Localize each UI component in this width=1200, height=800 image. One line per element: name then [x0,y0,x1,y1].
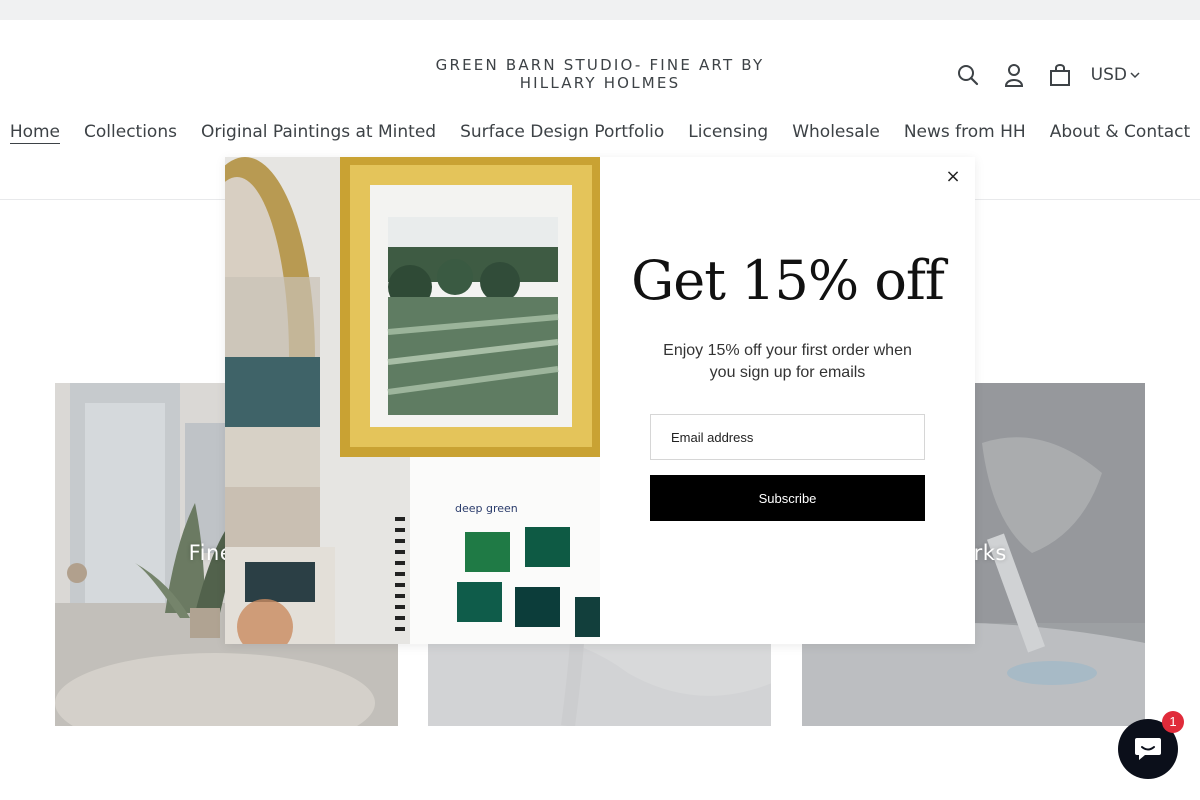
site-logo[interactable]: GREEN BARN STUDIO- FINE ART BY HILLARY H… [400,56,800,92]
nav-item-about-contact[interactable]: About & Contact [1050,122,1190,144]
search-icon[interactable] [945,60,991,90]
nav-item-licensing[interactable]: Licensing [688,122,768,144]
popup-image: deep green [225,157,600,644]
email-signup-popup: deep green × Get 15% off Enjoy 15% off y… [225,157,975,644]
chevron-down-icon [1130,72,1140,79]
notification-badge: 1 [1162,711,1184,733]
close-icon[interactable]: × [943,167,963,187]
cart-icon[interactable] [1037,60,1083,90]
currency-selector[interactable]: USD [1091,65,1140,85]
user-icon[interactable] [991,60,1037,90]
popup-subtext: Enjoy 15% off your first order when you … [663,342,912,381]
nav-item-collections[interactable]: Collections [84,122,177,144]
main-nav: Home Collections Original Paintings at M… [0,122,1200,144]
announcement-bar [0,0,1200,20]
nav-item-home[interactable]: Home [9,122,61,144]
nav-item-surface-design[interactable]: Surface Design Portfolio [460,122,664,144]
nav-item-original-paintings[interactable]: Original Paintings at Minted [201,122,436,144]
svg-text:deep green: deep green [455,502,518,515]
nav-item-wholesale[interactable]: Wholesale [792,122,880,144]
popup-headline: Get 15% off [631,249,945,312]
chat-icon [1135,738,1161,760]
nav-item-news[interactable]: News from HH [904,122,1026,144]
currency-value: USD [1090,65,1127,85]
popup-content: × Get 15% off Enjoy 15% off your first o… [600,157,975,644]
header-icons: USD [945,60,1140,90]
email-field[interactable] [650,414,925,460]
subscribe-button[interactable]: Subscribe [650,475,925,521]
